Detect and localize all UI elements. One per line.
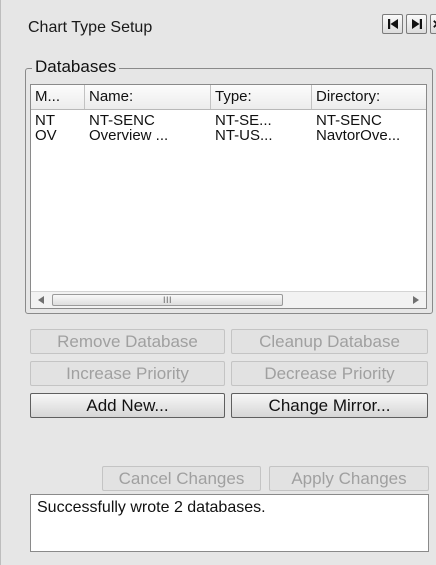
skip-to-first-icon [387,19,398,29]
horizontal-scrollbar[interactable]: III [31,291,426,308]
table-row[interactable]: OV Overview ... NT-US... NavtorOve... [31,128,426,144]
close-button[interactable] [430,14,436,34]
increase-priority-button[interactable]: Increase Priority [30,361,225,386]
scroll-thumb[interactable]: III [52,294,283,306]
panel-title-bar: Chart Type Setup [1,0,436,50]
column-header-mode[interactable]: M... [31,85,85,109]
arrow-left-icon [38,296,44,304]
list-header: M... Name: Type: Directory: [31,85,426,110]
scroll-grip: III [162,295,172,305]
first-page-button[interactable] [382,14,403,34]
remove-database-button[interactable]: Remove Database [30,329,225,354]
arrow-right-icon [413,296,419,304]
scroll-left-button[interactable] [33,293,49,307]
column-header-name[interactable]: Name: [85,85,211,109]
change-mirror-button[interactable]: Change Mirror... [231,393,428,418]
database-list[interactable]: M... Name: Type: Directory: NT NT-SENC N… [30,84,427,309]
databases-legend: Databases [32,57,120,77]
status-message: Successfully wrote 2 databases. [37,499,266,516]
cell-directory: NT-SENC [316,113,382,129]
skip-to-last-icon [411,19,422,29]
apply-changes-button[interactable]: Apply Changes [269,466,429,491]
last-page-button[interactable] [406,14,427,34]
column-header-type[interactable]: Type: [211,85,312,109]
cleanup-database-button[interactable]: Cleanup Database [231,329,428,354]
add-new-button[interactable]: Add New... [30,393,225,418]
cancel-changes-button[interactable]: Cancel Changes [102,466,261,491]
cell-mode: NT [35,113,55,129]
cell-directory: NavtorOve... [316,128,401,144]
cell-name: NT-SENC [89,113,155,129]
cell-type: NT-US... [215,128,273,144]
panel-title: Chart Type Setup [28,19,153,36]
chart-type-setup-panel: Chart Type Setup Databases M... Name: Ty… [0,0,436,565]
cell-name: Overview ... [89,128,169,144]
decrease-priority-button[interactable]: Decrease Priority [231,361,428,386]
status-message-box: Successfully wrote 2 databases. [30,494,429,552]
scroll-right-button[interactable] [408,293,424,307]
table-row[interactable]: NT NT-SENC NT-SE... NT-SENC [31,113,426,129]
cell-mode: OV [35,128,57,144]
cell-type: NT-SE... [215,113,272,129]
column-header-directory[interactable]: Directory: [312,85,426,109]
